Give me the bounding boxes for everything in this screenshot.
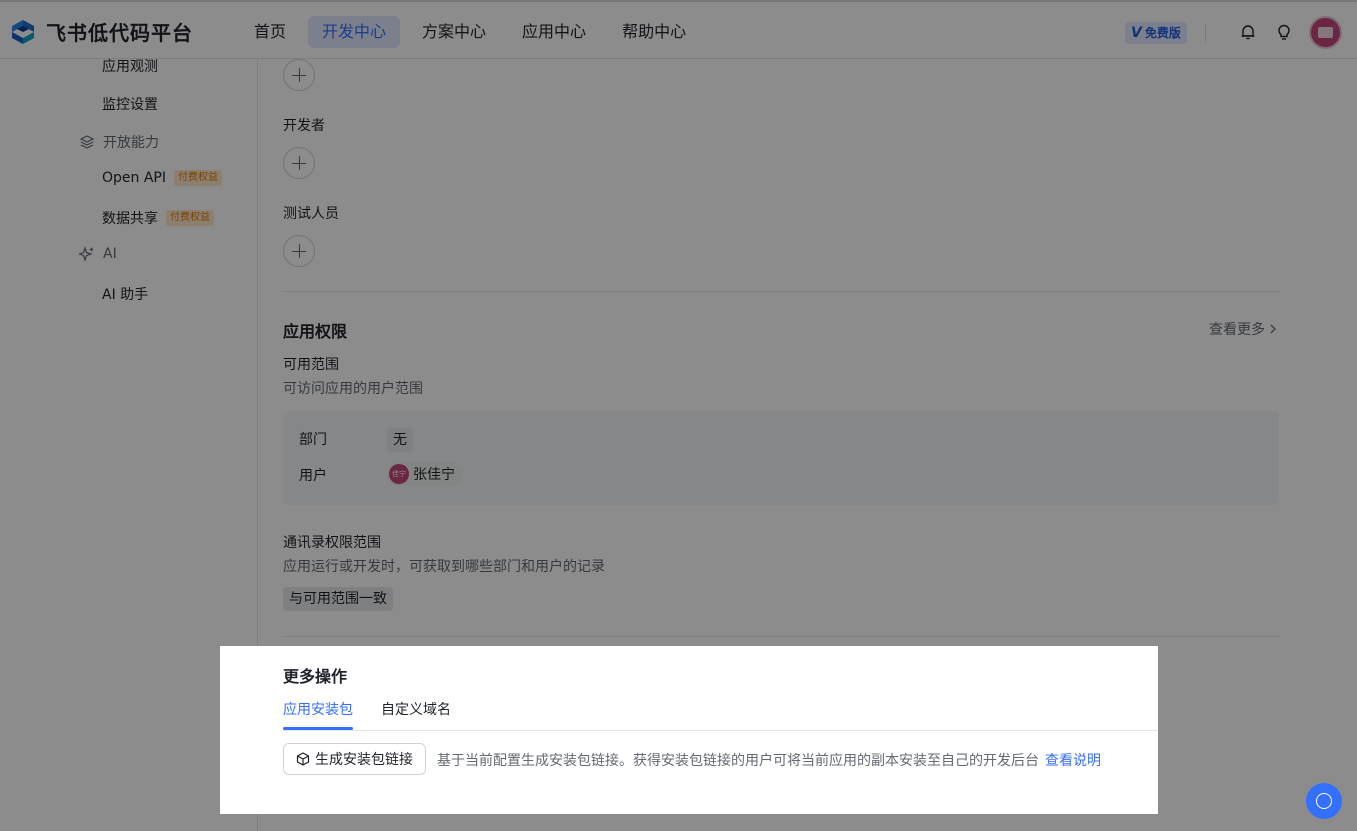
more-operations-panel: 更多操作 应用安装包 自定义域名 生成安装包链接 基于当前配置生成安装包链接。获… bbox=[220, 646, 1158, 814]
more-operations-title: 更多操作 bbox=[283, 667, 348, 686]
tab-active-indicator bbox=[283, 727, 353, 730]
tab-custom-domain[interactable]: 自定义域名 bbox=[381, 699, 451, 719]
package-description-text: 基于当前配置生成安装包链接。获得安装包链接的用户可将当前应用的副本安装至自己的开… bbox=[437, 753, 1039, 769]
generate-package-link-button[interactable]: 生成安装包链接 bbox=[283, 743, 426, 775]
tab-app-package[interactable]: 应用安装包 bbox=[283, 699, 353, 719]
generate-button-label: 生成安装包链接 bbox=[315, 752, 413, 768]
package-icon bbox=[296, 752, 310, 766]
help-icon[interactable] bbox=[1306, 783, 1342, 819]
view-docs-link[interactable]: 查看说明 bbox=[1045, 753, 1101, 769]
tab-underline-track bbox=[283, 730, 1158, 731]
package-description: 基于当前配置生成安装包链接。获得安装包链接的用户可将当前应用的副本安装至自己的开… bbox=[437, 750, 1101, 770]
